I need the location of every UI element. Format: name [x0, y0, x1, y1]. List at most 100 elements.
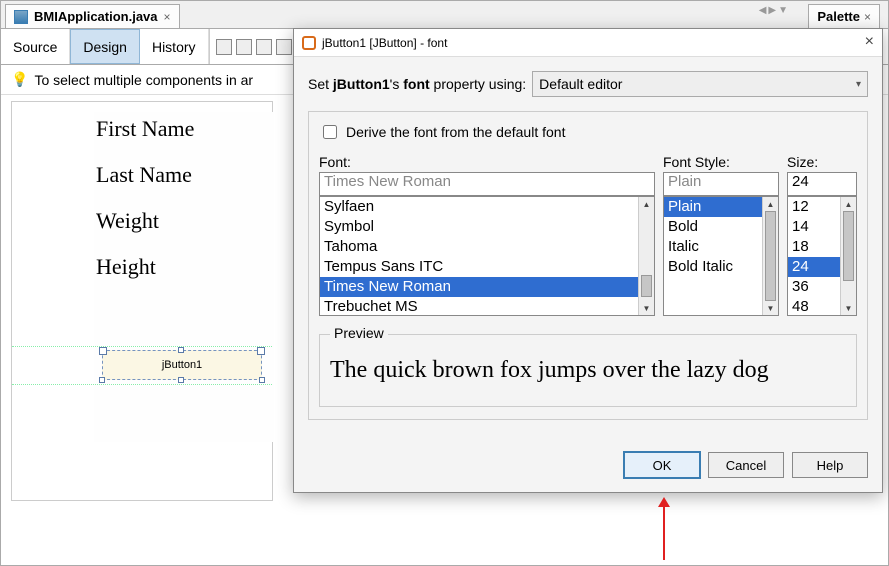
design-canvas[interactable]: First Name Last Name Weight Height jButt… [11, 101, 273, 501]
resize-handle[interactable] [259, 377, 265, 383]
scrollbar-thumb[interactable] [641, 275, 652, 297]
editor-tab-label: BMIApplication.java [34, 9, 158, 24]
scroll-up-icon[interactable]: ▲ [841, 197, 856, 211]
annotation-arrow [663, 505, 665, 560]
dialog-title-text: jButton1 [JButton] - font [322, 36, 447, 50]
set-suffix: property using: [430, 76, 527, 92]
set-sentence: Set jButton1's font property using: [308, 76, 526, 92]
font-value-text: Times New Roman [324, 173, 451, 190]
dialog-button-row: OK Cancel Help [294, 442, 882, 492]
font-columns: Font: Times New Roman SylfaenSymbolTahom… [319, 154, 857, 316]
form-label-weight[interactable]: Weight [94, 204, 274, 250]
guide-line [12, 346, 272, 347]
resize-handle[interactable] [99, 377, 105, 383]
history-button[interactable]: History [140, 29, 209, 64]
toolbar-icon[interactable] [256, 39, 272, 55]
lightbulb-icon: 💡 [11, 71, 28, 88]
list-item[interactable]: Sylfaen [320, 197, 654, 217]
form-panel[interactable]: First Name Last Name Weight Height [94, 112, 274, 442]
set-target: jButton1 [333, 76, 390, 92]
tab-nav-arrows: ◀ ▶ ▼ [759, 5, 788, 16]
font-chooser-group: Derive the font from the default font Fo… [308, 111, 868, 420]
scrollbar[interactable]: ▲ ▼ [638, 197, 654, 315]
preview-text: The quick brown fox jumps over the lazy … [328, 339, 848, 398]
toolbar-icon[interactable] [276, 39, 292, 55]
ok-button[interactable]: OK [624, 452, 700, 478]
font-listbox[interactable]: SylfaenSymbolTahomaTempus Sans ITCTimes … [319, 196, 655, 316]
scroll-up-icon[interactable]: ▲ [639, 197, 654, 211]
guide-line [12, 384, 272, 385]
palette-tab-label: Palette [817, 9, 860, 24]
size-value-text: 24 [792, 173, 809, 190]
toolbar-icon[interactable] [236, 39, 252, 55]
palette-tab[interactable]: Palette × [808, 4, 880, 28]
chevron-down-icon: ▾ [856, 79, 861, 90]
hint-text: To select multiple components in ar [34, 72, 253, 88]
preview-legend: Preview [330, 325, 388, 341]
dialog-titlebar[interactable]: jButton1 [JButton] - font × [294, 29, 882, 57]
help-button[interactable]: Help [792, 452, 868, 478]
close-icon[interactable]: × [864, 10, 871, 24]
resize-handle[interactable] [178, 377, 184, 383]
resize-handle[interactable] [178, 347, 184, 353]
set-property: font [403, 76, 429, 92]
java-file-icon [14, 10, 28, 24]
form-label-first-name[interactable]: First Name [94, 112, 274, 158]
list-item[interactable]: Trebuchet MS [320, 297, 654, 316]
font-dialog: jButton1 [JButton] - font × Set jButton1… [293, 28, 883, 493]
scrollbar-thumb[interactable] [843, 211, 854, 281]
list-item[interactable]: Symbol [320, 217, 654, 237]
size-value-field[interactable]: 24 [787, 172, 857, 196]
selected-jbutton-label: jButton1 [162, 359, 202, 371]
style-listbox[interactable]: PlainBoldItalicBold Italic ▲ ▼ [663, 196, 779, 316]
list-item[interactable]: Bold [664, 217, 778, 237]
editor-tabs-row: BMIApplication.java × ◀ ▶ ▼ Palette × [1, 1, 888, 29]
derive-row: Derive the font from the default font [319, 122, 857, 142]
style-label: Font Style: [663, 154, 779, 170]
font-label: Font: [319, 154, 655, 170]
close-icon[interactable]: × [164, 10, 171, 24]
style-column: Font Style: Plain PlainBoldItalicBold It… [663, 154, 779, 316]
form-label-height[interactable]: Height [94, 250, 274, 296]
scrollbar-thumb[interactable] [765, 211, 776, 301]
design-button[interactable]: Design [70, 29, 140, 64]
toolbar-icon[interactable] [216, 39, 232, 55]
scrollbar[interactable]: ▲ ▼ [840, 197, 856, 315]
set-mid: 's [390, 76, 404, 92]
preview-group: Preview The quick brown fox jumps over t… [319, 334, 857, 407]
size-column: Size: 24 121418243648 ▲ ▼ [787, 154, 857, 316]
tab-menu-icon[interactable]: ▼ [778, 5, 788, 16]
scrollbar[interactable]: ▲ ▼ [762, 197, 778, 315]
size-label: Size: [787, 154, 857, 170]
cancel-button[interactable]: Cancel [708, 452, 784, 478]
style-value-text: Plain [668, 173, 701, 190]
scroll-down-icon[interactable]: ▼ [763, 301, 778, 315]
style-value-field[interactable]: Plain [663, 172, 779, 196]
derive-checkbox[interactable] [323, 125, 337, 139]
editor-mode-combo[interactable]: Default editor ▾ [532, 71, 868, 97]
editor-tab-bmiapplication[interactable]: BMIApplication.java × [5, 4, 180, 28]
derive-label: Derive the font from the default font [346, 124, 565, 140]
source-button[interactable]: Source [1, 29, 70, 64]
list-item[interactable]: Times New Roman [320, 277, 654, 297]
toolbar-icon-group [209, 29, 298, 64]
size-listbox[interactable]: 121418243648 ▲ ▼ [787, 196, 857, 316]
scroll-down-icon[interactable]: ▼ [639, 301, 654, 315]
scroll-down-icon[interactable]: ▼ [841, 301, 856, 315]
selected-jbutton[interactable]: jButton1 [102, 350, 262, 380]
property-set-row: Set jButton1's font property using: Defa… [308, 71, 868, 97]
list-item[interactable]: Bold Italic [664, 257, 778, 277]
list-item[interactable]: Tempus Sans ITC [320, 257, 654, 277]
font-value-field[interactable]: Times New Roman [319, 172, 655, 196]
tab-prev-icon[interactable]: ◀ [759, 5, 767, 16]
list-item[interactable]: Italic [664, 237, 778, 257]
list-item[interactable]: Tahoma [320, 237, 654, 257]
form-label-last-name[interactable]: Last Name [94, 158, 274, 204]
list-item[interactable]: Plain [664, 197, 778, 217]
close-icon[interactable]: × [865, 33, 874, 51]
dialog-body: Set jButton1's font property using: Defa… [294, 57, 882, 442]
tab-next-icon[interactable]: ▶ [768, 5, 776, 16]
scroll-up-icon[interactable]: ▲ [763, 197, 778, 211]
netbeans-app-icon [302, 36, 316, 50]
set-prefix: Set [308, 76, 333, 92]
